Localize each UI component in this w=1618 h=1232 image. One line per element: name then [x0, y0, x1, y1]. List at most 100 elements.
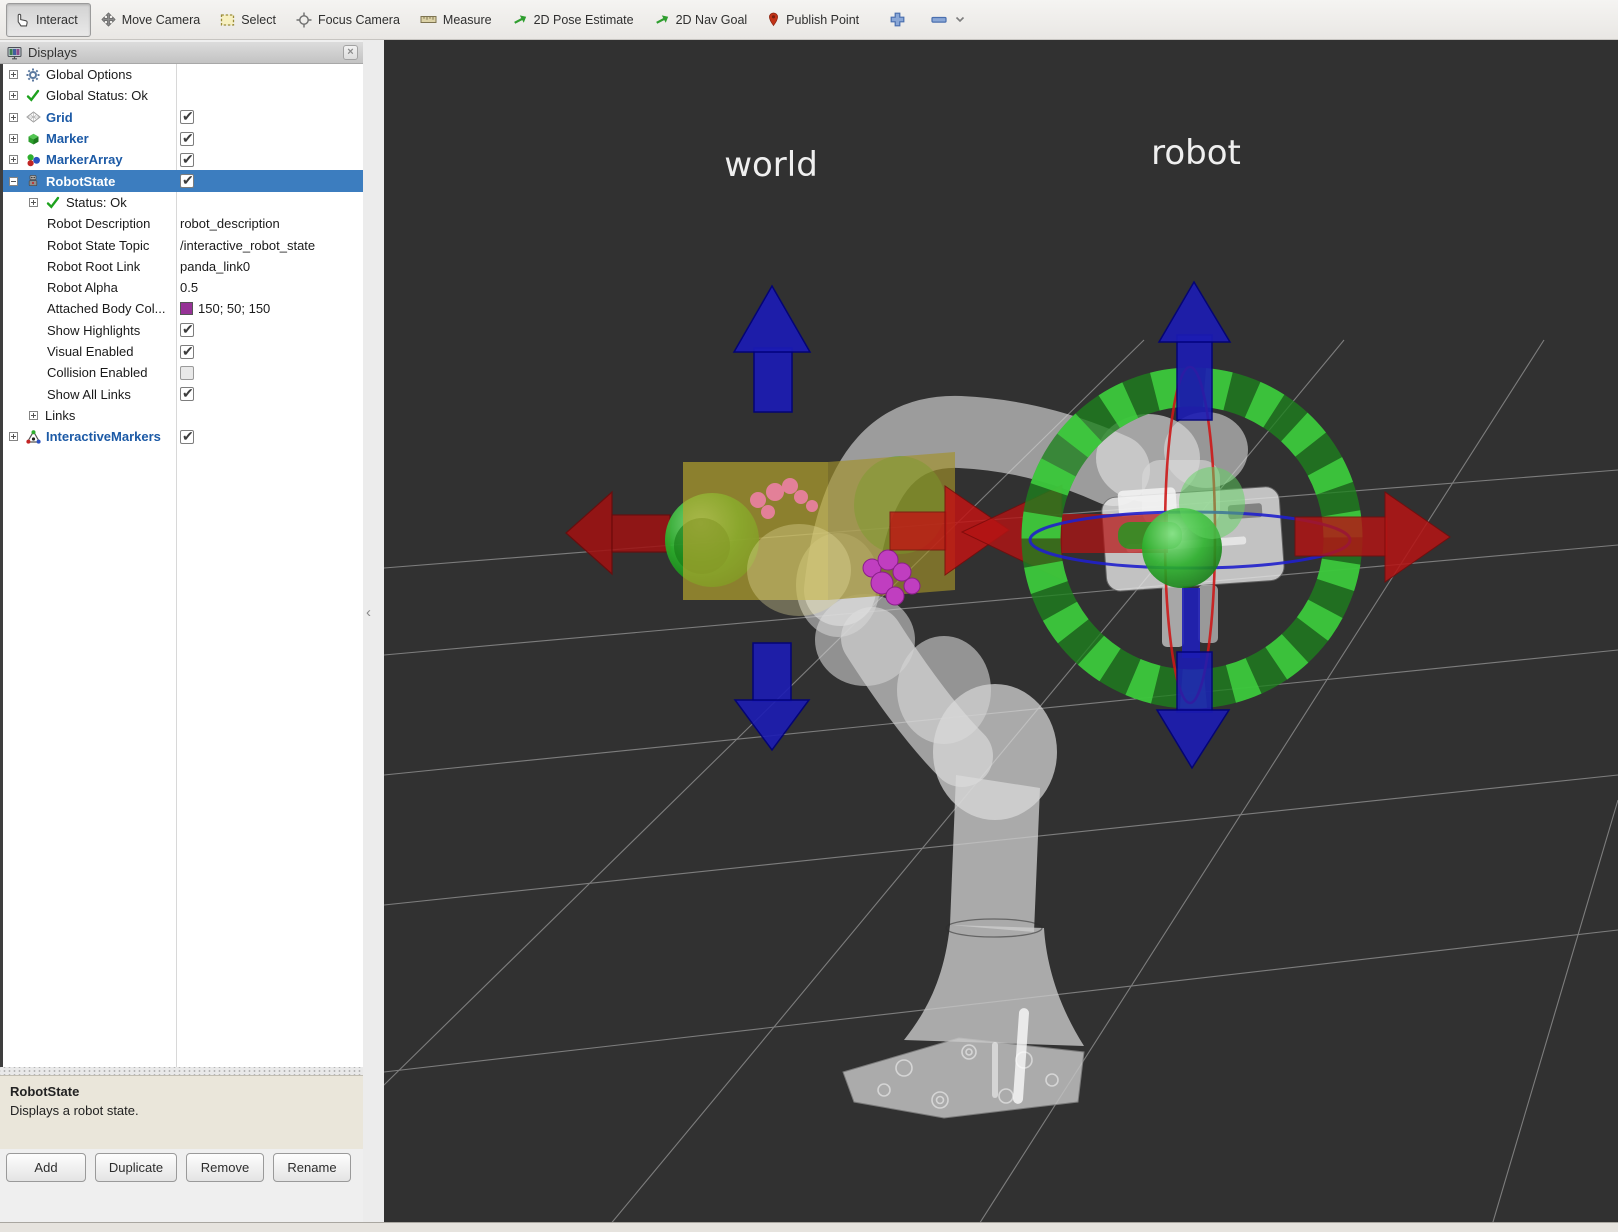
- show-highlights-checkbox[interactable]: [180, 321, 194, 338]
- row-label: Marker: [46, 131, 89, 147]
- rename-button[interactable]: Rename: [273, 1153, 351, 1182]
- tree-row-robot-root-link[interactable]: Robot Root Link panda_link0: [3, 256, 363, 277]
- expand-plus-icon[interactable]: [9, 112, 18, 122]
- tool-label: Move Camera: [121, 12, 201, 27]
- panel-title-label: Displays: [28, 45, 78, 60]
- expand-plus-icon[interactable]: [9, 155, 18, 165]
- remove-tool-button[interactable]: [918, 3, 977, 37]
- tree-row-global-options[interactable]: Global Options: [3, 64, 363, 85]
- tree-row-status[interactable]: Status: Ok: [3, 192, 363, 213]
- plus-icon: [889, 11, 906, 28]
- expand-plus-icon[interactable]: [9, 134, 18, 144]
- grid-enabled-checkbox[interactable]: [180, 108, 194, 125]
- tree-row-marker-array[interactable]: MarkerArray: [3, 149, 363, 170]
- z-up-arrow[interactable]: [753, 347, 793, 413]
- tree-row-robot-state[interactable]: RobotState: [3, 170, 363, 192]
- tree-row-attached-body-color[interactable]: Attached Body Col... 150; 50; 150: [3, 298, 363, 319]
- add-button[interactable]: Add: [6, 1153, 86, 1182]
- status-bar: [0, 1222, 1618, 1232]
- tree-row-show-highlights[interactable]: Show Highlights: [3, 320, 363, 341]
- expand-plus-icon[interactable]: [29, 410, 38, 420]
- expand-plus-icon[interactable]: [9, 432, 18, 442]
- property-value[interactable]: 0.5: [180, 280, 198, 295]
- render-viewport[interactable]: world robot: [233, 40, 1618, 1232]
- tool-label: Focus Camera: [317, 12, 400, 27]
- check-icon: [45, 195, 61, 210]
- tool-publish-point[interactable]: Publish Point: [757, 3, 869, 37]
- property-label: Visual Enabled: [47, 344, 134, 359]
- marker-array-enabled-checkbox[interactable]: [180, 151, 194, 168]
- property-label: Show Highlights: [47, 322, 141, 338]
- tree-row-robot-state-topic[interactable]: Robot State Topic /interactive_robot_sta…: [3, 234, 363, 255]
- z-down-arrow[interactable]: [1176, 651, 1213, 713]
- interactive-markers-enabled-checkbox[interactable]: [180, 428, 194, 445]
- visual-enabled-checkbox[interactable]: [180, 343, 194, 360]
- duplicate-button[interactable]: Duplicate: [95, 1153, 177, 1182]
- marker-array-icon: [25, 152, 41, 167]
- property-value[interactable]: robot_description: [180, 216, 280, 231]
- tree-row-robot-description[interactable]: Robot Description robot_description: [3, 213, 363, 234]
- tree-row-robot-alpha[interactable]: Robot Alpha 0.5: [3, 277, 363, 298]
- row-label: Grid: [46, 109, 73, 125]
- map-pin-icon: [767, 12, 780, 27]
- tree-row-collision-enabled[interactable]: Collision Enabled: [3, 362, 363, 383]
- collapse-panel-icon[interactable]: ‹: [366, 604, 371, 621]
- measure-ruler-icon: [420, 13, 437, 26]
- tree-row-visual-enabled[interactable]: Visual Enabled: [3, 341, 363, 362]
- tree-row-global-status[interactable]: Global Status: Ok: [3, 85, 363, 106]
- property-value[interactable]: panda_link0: [180, 259, 250, 274]
- expand-plus-icon[interactable]: [29, 197, 38, 207]
- tool-interact[interactable]: Interact: [6, 2, 91, 37]
- tool-2d-nav-goal[interactable]: 2D Nav Goal: [644, 3, 758, 37]
- display-description: RobotState Displays a robot state.: [0, 1075, 363, 1149]
- panel-horizontal-splitter[interactable]: [0, 1067, 363, 1075]
- display-monitor-icon: [7, 46, 22, 60]
- x-right-arrow[interactable]: [889, 511, 947, 551]
- add-tool-button[interactable]: [877, 3, 918, 37]
- displays-panel-titlebar[interactable]: Displays ×: [0, 42, 363, 64]
- close-icon[interactable]: ×: [343, 45, 358, 60]
- gear-icon: [25, 67, 41, 82]
- z-up-arrow[interactable]: [1176, 334, 1213, 421]
- tool-measure[interactable]: Measure: [410, 3, 502, 37]
- expand-plus-icon[interactable]: [9, 70, 18, 80]
- property-value[interactable]: 150; 50; 150: [198, 301, 270, 316]
- panel-splitter[interactable]: ‹: [363, 40, 384, 1222]
- tree-row-show-all-links[interactable]: Show All Links: [3, 383, 363, 404]
- collapse-minus-icon[interactable]: [9, 176, 18, 186]
- interactive-marker-robot[interactable]: [960, 280, 1451, 770]
- row-label: Global Options: [46, 67, 132, 83]
- row-label: Global Status: Ok: [46, 88, 148, 104]
- tool-focus-camera[interactable]: Focus Camera: [286, 3, 410, 37]
- collision-enabled-checkbox[interactable]: [180, 365, 194, 380]
- tool-label: Select: [241, 12, 276, 27]
- property-label: Show All Links: [47, 386, 131, 402]
- tree-row-grid[interactable]: Grid: [3, 107, 363, 128]
- remove-button[interactable]: Remove: [186, 1153, 264, 1182]
- grid-icon: [25, 110, 41, 125]
- x-right-arrow[interactable]: [1294, 516, 1388, 557]
- frame-label-robot: robot: [1151, 133, 1241, 173]
- property-value[interactable]: /interactive_robot_state: [180, 238, 315, 253]
- tool-label: Publish Point: [786, 12, 860, 27]
- description-text: Displays a robot state.: [10, 1103, 139, 1118]
- row-label: Links: [45, 407, 76, 423]
- tool-2d-pose-estimate[interactable]: 2D Pose Estimate: [502, 3, 644, 37]
- tree-row-marker[interactable]: Marker: [3, 128, 363, 149]
- expand-plus-icon[interactable]: [9, 91, 18, 101]
- tree-row-interactive-markers[interactable]: InteractiveMarkers: [3, 426, 363, 447]
- color-swatch[interactable]: [180, 302, 193, 316]
- marker-enabled-checkbox[interactable]: [180, 130, 194, 147]
- tree-row-links[interactable]: Links: [3, 405, 363, 426]
- z-down-arrow[interactable]: [752, 642, 792, 702]
- robot-icon: [25, 174, 41, 189]
- x-left-arrow[interactable]: [565, 490, 613, 576]
- scene-3d[interactable]: world robot: [233, 40, 1618, 1232]
- robot-state-enabled-checkbox[interactable]: [180, 172, 194, 189]
- tool-select[interactable]: Select: [210, 3, 286, 37]
- show-all-links-checkbox[interactable]: [180, 385, 194, 402]
- tool-move-camera[interactable]: Move Camera: [91, 3, 211, 37]
- interactive-markers-icon: [25, 429, 41, 444]
- robot-base-plate: [842, 1037, 1085, 1119]
- tool-label: Measure: [442, 12, 492, 27]
